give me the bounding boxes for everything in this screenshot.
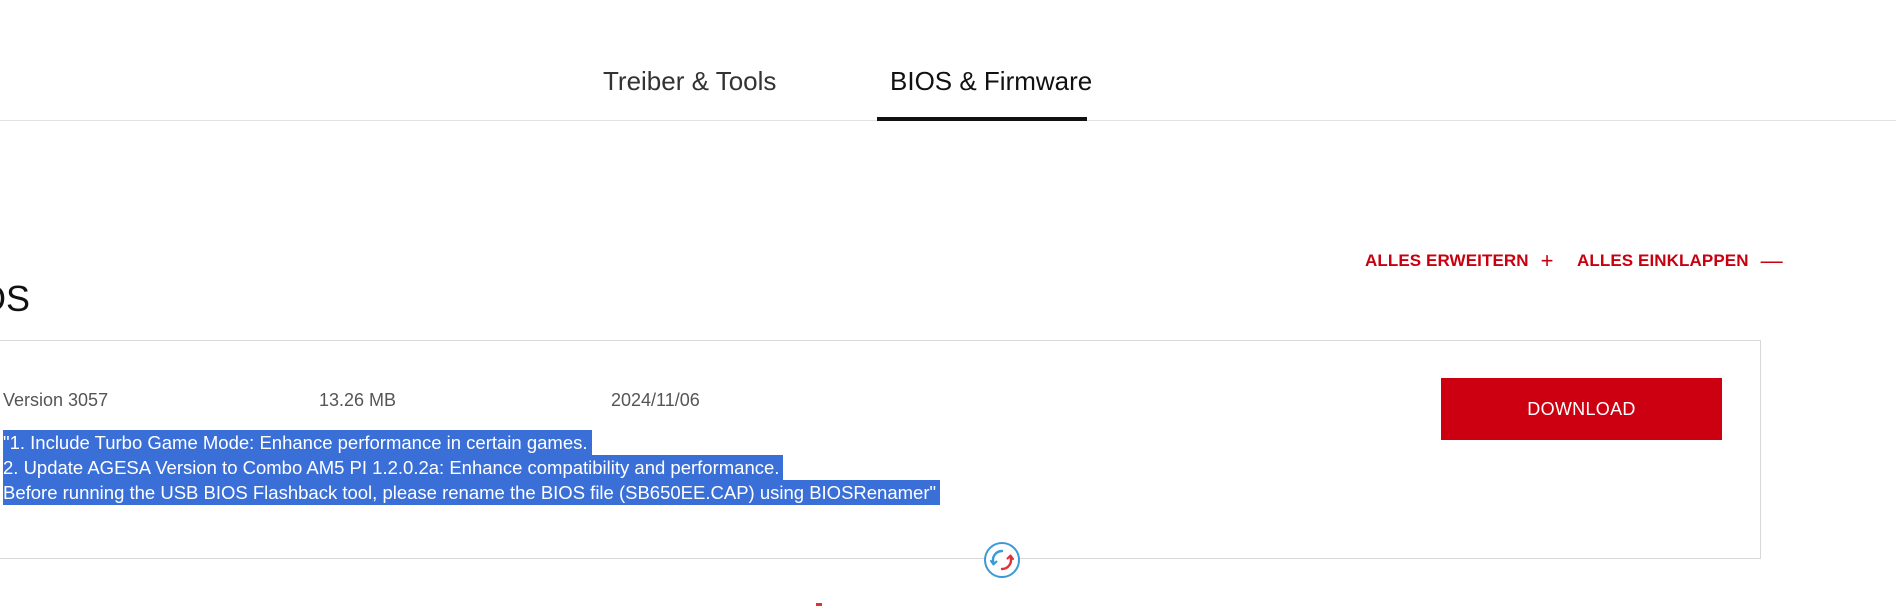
tab-drivers-tools[interactable]: Treiber & Tools: [603, 66, 776, 97]
version-text: Version 3057: [3, 390, 109, 410]
decorative-mark: [816, 603, 822, 606]
tab-bios-firmware[interactable]: BIOS & Firmware: [890, 66, 1092, 97]
expand-all-label: ALLES ERWEITERN: [1365, 251, 1529, 270]
download-button[interactable]: DOWNLOAD: [1441, 378, 1722, 440]
description-line: Before running the USB BIOS Flashback to…: [3, 480, 941, 505]
description: "1. Include Turbo Game Mode: Enhance per…: [3, 430, 941, 505]
page: Treiber & Tools BIOS & Firmware ALLES ER…: [0, 0, 1896, 609]
expand-all-button[interactable]: ALLES ERWEITERN +: [1365, 250, 1554, 272]
refresh-icon: [990, 549, 1014, 571]
release-date-text: 2024/11/06: [611, 390, 700, 410]
section-title: OS: [0, 278, 31, 319]
collapse-all-label: ALLES EINKLAPPEN: [1577, 251, 1749, 270]
description-line: 2. Update AGESA Version to Combo AM5 PI …: [3, 455, 784, 480]
minus-icon: —: [1760, 248, 1783, 273]
plus-icon: +: [1540, 248, 1554, 273]
refresh-button[interactable]: [984, 542, 1020, 578]
tab-bar: Treiber & Tools BIOS & Firmware: [0, 0, 1896, 121]
description-line: "1. Include Turbo Game Mode: Enhance per…: [3, 430, 592, 455]
file-size-text: 13.26 MB: [319, 390, 397, 410]
active-tab-indicator: [877, 117, 1087, 121]
collapse-all-button[interactable]: ALLES EINKLAPPEN —: [1577, 250, 1783, 272]
